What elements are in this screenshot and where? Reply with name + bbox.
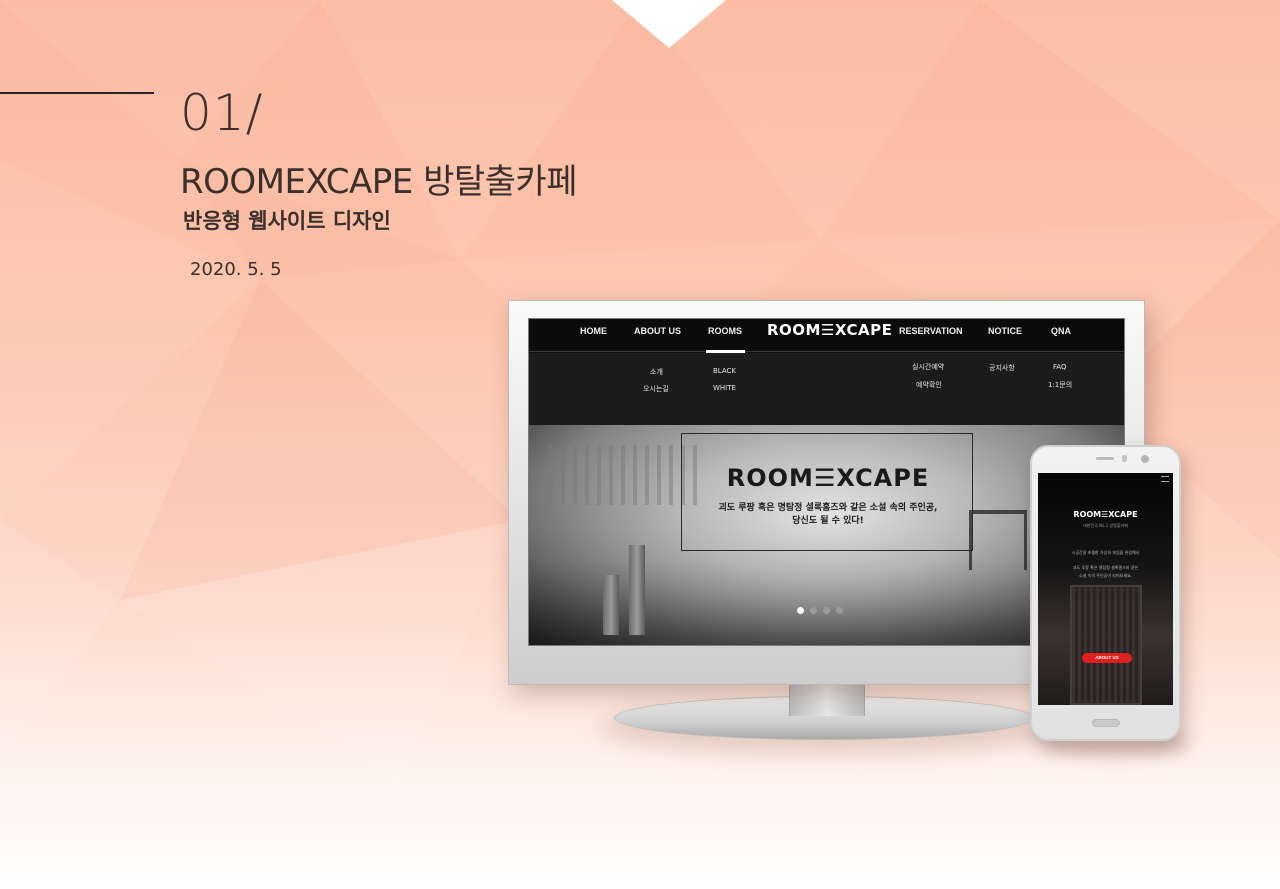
bench-illustration: [969, 510, 1027, 570]
nav-home[interactable]: HOME: [580, 326, 607, 336]
project-date: 2020. 5. 5: [190, 259, 282, 280]
fence-post: [629, 545, 645, 635]
about-us-button[interactable]: ABOUT US: [1082, 653, 1132, 663]
nav-notice[interactable]: NOTICE: [988, 326, 1022, 336]
nav-rooms[interactable]: ROOMS: [708, 326, 742, 336]
mobile-text-line2: 괴도 루팡 혹은 명탐정 셜록홈즈와 같은: [1072, 565, 1139, 570]
slider-dot-2[interactable]: [810, 607, 817, 614]
submenu-faq[interactable]: FAQ: [1053, 363, 1067, 371]
slider-dots: [797, 607, 843, 614]
submenu-realtime-booking[interactable]: 실시간예약: [912, 362, 944, 372]
slider-dot-1[interactable]: [797, 607, 804, 614]
hamburger-menu-icon[interactable]: [1161, 476, 1169, 482]
phone-sensor: [1122, 455, 1127, 462]
mobile-text-line3: 소설 속의 주인공이 되어보세요.: [1079, 573, 1132, 578]
fence-illustration: [549, 445, 699, 505]
submenu-white[interactable]: WHITE: [713, 384, 736, 392]
nav-qna[interactable]: QNA: [1051, 326, 1071, 336]
top-notch-decoration: [612, 0, 726, 48]
mobile-text-line1: 시공간을 초월한 가상의 게임을 완성해서: [1071, 550, 1140, 555]
submenu-inquiry[interactable]: 1:1문의: [1048, 380, 1072, 390]
mobile-logo-sub: 대한민국 No.1 방탈출카페: [1083, 523, 1128, 528]
submenu-intro[interactable]: 소개: [650, 367, 663, 377]
slider-dot-3[interactable]: [823, 607, 830, 614]
dropdown-submenu: 소개 오시는길 BLACK WHITE 실시간예약 예약확인 공지사항 FAQ …: [529, 353, 1124, 425]
decorative-line: [0, 92, 154, 94]
hero-tagline-line2: 당신도 될 수 있다!: [792, 516, 864, 526]
hero-tagline-line1: 괴도 루팡 혹은 명탐정 셜록홈즈와 같은 소설 속의 주인공,: [718, 503, 938, 513]
hero-tagline: 괴도 루팡 혹은 명탐정 셜록홈즈와 같은 소설 속의 주인공, 당신도 될 수…: [682, 502, 974, 528]
slider-dot-4[interactable]: [836, 607, 843, 614]
nav-reservation[interactable]: RESERVATION: [899, 326, 963, 336]
submenu-directions[interactable]: 오시는길: [643, 384, 669, 394]
door-illustration: [1070, 585, 1142, 705]
submenu-black[interactable]: BLACK: [713, 367, 736, 375]
project-title: ROOMEXCAPE 방탈출카페: [180, 162, 577, 202]
monitor-neck: [789, 680, 865, 716]
project-subtitle: 반응형 웹사이트 디자인: [183, 209, 391, 233]
mobile-logo: ROOM☰XCAPE: [1073, 510, 1138, 519]
site-nav-bar: HOME ABOUT US ROOMS ROOM☰XCAPE RESERVATI…: [529, 319, 1124, 353]
project-number: 01/: [180, 84, 264, 142]
submenu-booking-check[interactable]: 예약확인: [916, 380, 942, 390]
submenu-notice[interactable]: 공지사항: [989, 363, 1015, 373]
phone-home-button: [1092, 719, 1120, 727]
phone-camera-icon: [1141, 455, 1149, 463]
nav-about-us[interactable]: ABOUT US: [634, 326, 681, 336]
hero-logo: ROOM☰XCAPE: [726, 464, 930, 492]
fence-post: [603, 575, 619, 635]
phone-speaker: [1096, 457, 1114, 460]
mobile-site-preview: ROOM☰XCAPE 대한민국 No.1 방탈출카페 시공간을 초월한 가상의 …: [1038, 473, 1173, 705]
site-logo[interactable]: ROOM☰XCAPE: [767, 321, 892, 339]
hero-frame: ROOM☰XCAPE 괴도 루팡 혹은 명탐정 셜록홈즈와 같은 소설 속의 주…: [681, 433, 973, 551]
